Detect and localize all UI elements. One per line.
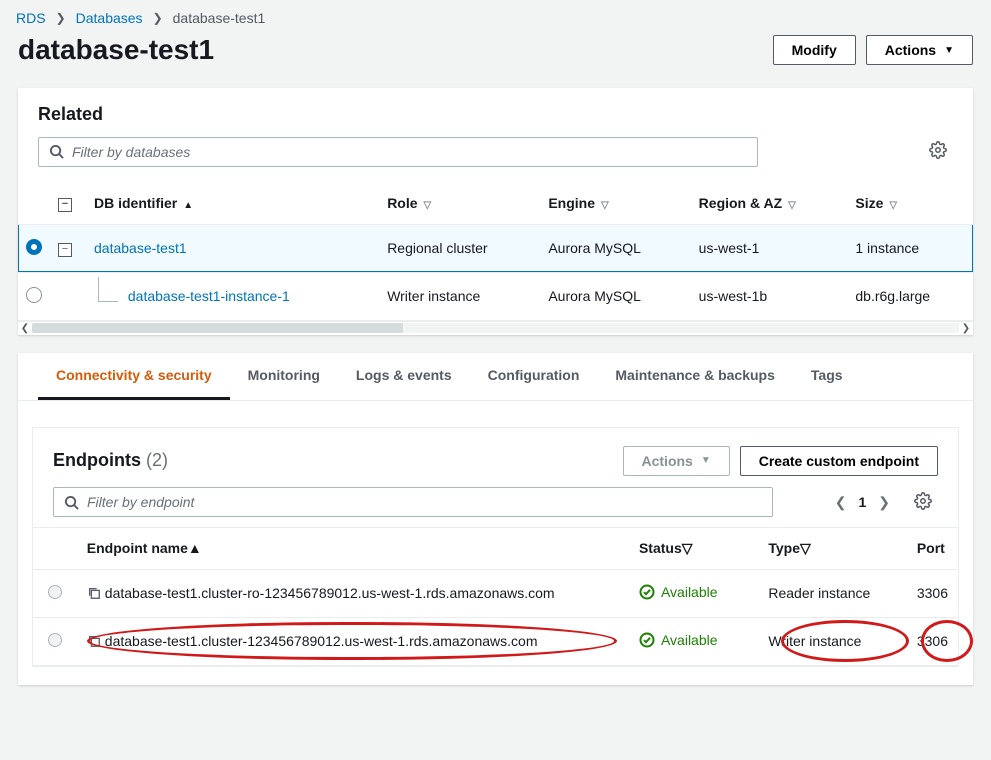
endpoint-name-cell: database-test1.cluster-ro-123456789012.u… [77, 569, 629, 617]
endpoint-type: Writer instance [758, 617, 907, 665]
db-region-az: us-west-1b [691, 272, 848, 320]
endpoints-settings-button[interactable] [908, 486, 938, 519]
horizontal-scrollbar[interactable]: ❮ ❯ [18, 321, 973, 335]
filter-icon: ▽ [889, 200, 897, 211]
endpoint-port: 3306 [907, 617, 958, 665]
related-table: − DB identifier▲ Role▽ Engine▽ Region & … [18, 182, 973, 321]
tab-connectivity-security[interactable]: Connectivity & security [38, 353, 230, 400]
row-expander[interactable]: − [58, 243, 72, 257]
tab-maintenance-backups[interactable]: Maintenance & backups [597, 353, 793, 400]
filter-icon: ▽ [682, 540, 693, 556]
endpoints-panel: Endpoints (2) Actions ▼ Create custom en… [32, 427, 959, 667]
tab-configuration[interactable]: Configuration [470, 353, 598, 400]
search-icon [64, 495, 79, 510]
table-row[interactable]: database-test1.cluster-123456789012.us-w… [33, 617, 958, 665]
page-title: database-test1 [18, 34, 214, 66]
paginator: ❮ 1 ❯ [835, 486, 938, 519]
endpoints-title: Endpoints (2) [53, 450, 168, 471]
db-role: Regional cluster [379, 224, 540, 272]
col-identifier[interactable]: DB identifier▲ [86, 182, 379, 224]
col-role[interactable]: Role▽ [379, 182, 540, 224]
related-panel: Related − DB identifier▲ Role▽ [18, 88, 973, 335]
col-endpoint-name[interactable]: Endpoint name▲ [77, 527, 629, 569]
next-page-button[interactable]: ❯ [878, 494, 890, 511]
db-region-az: us-west-1 [691, 224, 848, 272]
row-radio[interactable] [26, 287, 42, 303]
scroll-thumb[interactable] [32, 323, 403, 333]
table-row[interactable]: database-test1.cluster-ro-123456789012.u… [33, 569, 958, 617]
caret-down-icon: ▼ [701, 455, 711, 466]
check-circle-icon [639, 632, 655, 648]
prev-page-button[interactable]: ❮ [835, 494, 847, 511]
table-row[interactable]: database-test1-instance-1 Writer instanc… [18, 272, 973, 320]
copy-icon[interactable] [87, 634, 101, 648]
chevron-right-icon: ❯ [56, 11, 66, 25]
breadcrumb-current: database-test1 [173, 10, 266, 26]
db-identifier-link[interactable]: database-test1-instance-1 [128, 288, 290, 304]
col-type[interactable]: Type▽ [758, 527, 907, 569]
caret-down-icon: ▼ [944, 45, 954, 56]
db-size: db.r6g.large [847, 272, 973, 320]
sort-asc-icon: ▲ [188, 540, 202, 556]
status-available: Available [639, 584, 718, 600]
db-engine: Aurora MySQL [540, 224, 690, 272]
page-number: 1 [858, 494, 866, 510]
related-title: Related [38, 104, 953, 125]
row-radio[interactable] [48, 633, 62, 647]
col-region-az[interactable]: Region & AZ▽ [691, 182, 848, 224]
expand-all-toggle[interactable]: − [58, 198, 72, 212]
endpoints-filter-input[interactable] [87, 494, 762, 510]
col-engine[interactable]: Engine▽ [540, 182, 690, 224]
row-radio[interactable] [48, 585, 62, 599]
gear-icon [929, 141, 947, 159]
chevron-right-icon: ❯ [153, 11, 163, 25]
endpoint-type: Reader instance [758, 569, 907, 617]
db-engine: Aurora MySQL [540, 272, 690, 320]
related-filter-box[interactable] [38, 137, 758, 167]
filter-icon: ▽ [601, 200, 609, 211]
check-circle-icon [639, 584, 655, 600]
endpoint-port: 3306 [907, 569, 958, 617]
status-available: Available [639, 632, 718, 648]
page-header: database-test1 Modify Actions ▼ [0, 30, 991, 88]
gear-icon [914, 492, 932, 510]
scroll-right-icon[interactable]: ❯ [959, 323, 973, 334]
breadcrumb-root[interactable]: RDS [16, 10, 46, 26]
actions-label: Actions [885, 42, 936, 58]
endpoints-count: (2) [146, 450, 168, 470]
copy-icon[interactable] [87, 586, 101, 600]
modify-button[interactable]: Modify [773, 35, 856, 65]
filter-icon: ▽ [800, 540, 811, 556]
col-status[interactable]: Status▽ [629, 527, 758, 569]
tab-logs-events[interactable]: Logs & events [338, 353, 470, 400]
create-custom-endpoint-button[interactable]: Create custom endpoint [740, 446, 938, 476]
search-icon [49, 144, 64, 159]
actions-dropdown-button[interactable]: Actions ▼ [866, 35, 973, 65]
breadcrumb-parent[interactable]: Databases [76, 10, 143, 26]
tab-monitoring[interactable]: Monitoring [230, 353, 338, 400]
related-filter-input[interactable] [72, 144, 747, 160]
settings-button[interactable] [923, 135, 953, 168]
endpoints-filter-box[interactable] [53, 487, 773, 517]
col-size[interactable]: Size▽ [847, 182, 973, 224]
endpoint-name-cell: database-test1.cluster-123456789012.us-w… [77, 617, 629, 665]
breadcrumb: RDS ❯ Databases ❯ database-test1 [0, 0, 991, 30]
sort-asc-icon: ▲ [183, 200, 193, 211]
db-role: Writer instance [379, 272, 540, 320]
table-row[interactable]: − database-test1 Regional cluster Aurora… [18, 224, 973, 272]
scroll-left-icon[interactable]: ❮ [18, 323, 32, 334]
detail-tabs: Connectivity & security Monitoring Logs … [18, 353, 973, 401]
tab-tags[interactable]: Tags [793, 353, 861, 400]
endpoints-actions-button[interactable]: Actions ▼ [623, 446, 730, 476]
detail-panel: Connectivity & security Monitoring Logs … [18, 353, 973, 685]
db-size: 1 instance [847, 224, 973, 272]
row-radio[interactable] [26, 239, 42, 255]
filter-icon: ▽ [788, 200, 796, 211]
col-port[interactable]: Port [907, 527, 958, 569]
filter-icon: ▽ [424, 200, 432, 211]
db-identifier-link[interactable]: database-test1 [94, 240, 187, 256]
endpoints-table: Endpoint name▲ Status▽ Type▽ Port [33, 527, 958, 666]
